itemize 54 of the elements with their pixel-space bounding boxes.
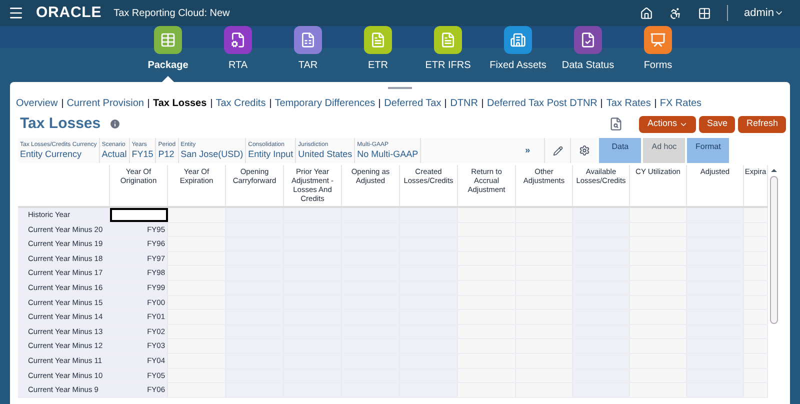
- tab-link[interactable]: Deferred Tax Post DTNR: [486, 96, 598, 111]
- home-icon[interactable]: [640, 6, 654, 20]
- document-gear-icon: [230, 32, 246, 48]
- nav-label[interactable]: TAR: [298, 58, 318, 73]
- action-button[interactable]: Actions: [639, 116, 696, 132]
- chart-board-icon: [650, 32, 666, 48]
- action-button[interactable]: Save: [698, 116, 736, 132]
- nav-label[interactable]: Fixed Assets: [490, 58, 546, 73]
- tab-link[interactable]: Current Provision: [66, 96, 144, 111]
- grid-icon: [160, 32, 176, 48]
- mode-button[interactable]: Format: [687, 138, 730, 163]
- document-check-icon: [580, 32, 596, 48]
- drag-handle[interactable]: [388, 87, 412, 89]
- spreadsheet-icon: [300, 32, 316, 48]
- nav-label[interactable]: RTA: [228, 58, 248, 73]
- nav-label[interactable]: ETR IFRS: [425, 58, 471, 73]
- table-cell[interactable]: [110, 208, 168, 222]
- nav-label[interactable]: Package: [148, 58, 188, 73]
- nav-tile[interactable]: [154, 26, 182, 54]
- nav-tile[interactable]: [574, 26, 602, 54]
- nav-tile[interactable]: [364, 26, 392, 54]
- tab-link[interactable]: Temporary Differences: [274, 96, 376, 111]
- edit-icon[interactable]: [552, 146, 563, 156]
- nav-label[interactable]: Data Status: [562, 58, 614, 73]
- apps-icon[interactable]: [698, 6, 712, 20]
- page-title: Tax Losses: [20, 114, 101, 134]
- tab-link[interactable]: Tax Rates: [606, 96, 651, 111]
- tab-link[interactable]: Tax Credits: [216, 96, 266, 111]
- expand-pov-button[interactable]: »: [421, 138, 546, 163]
- logo: ORACLE: [36, 2, 102, 23]
- mode-button[interactable]: Data: [599, 138, 642, 163]
- action-button[interactable]: Refresh: [738, 116, 786, 132]
- app-title: Tax Reporting Cloud: New: [114, 6, 230, 20]
- nav-tile[interactable]: [434, 26, 462, 54]
- document-icon: [440, 32, 456, 48]
- nav-label[interactable]: Forms: [644, 58, 672, 73]
- nav-label[interactable]: ETR: [368, 58, 388, 73]
- nav-tile[interactable]: [504, 26, 532, 54]
- nav-tile[interactable]: [644, 26, 672, 54]
- tab-link[interactable]: DTNR: [450, 96, 478, 111]
- building-icon: [510, 32, 526, 48]
- settings-icon[interactable]: [578, 145, 590, 156]
- nav-tile[interactable]: [224, 26, 252, 54]
- nav-tile[interactable]: [294, 26, 322, 54]
- tab-link[interactable]: Deferred Tax: [384, 96, 442, 111]
- accessibility-icon[interactable]: [669, 6, 682, 20]
- document-icon: [370, 32, 386, 48]
- menu-icon[interactable]: [8, 5, 24, 21]
- search-icon[interactable]: [609, 117, 624, 131]
- tab-link[interactable]: FX Rates: [660, 96, 702, 111]
- tab-link[interactable]: Tax Losses: [152, 96, 207, 111]
- user-menu[interactable]: admin: [744, 4, 784, 22]
- tab-link[interactable]: Overview: [16, 96, 58, 111]
- info-icon[interactable]: [108, 118, 121, 130]
